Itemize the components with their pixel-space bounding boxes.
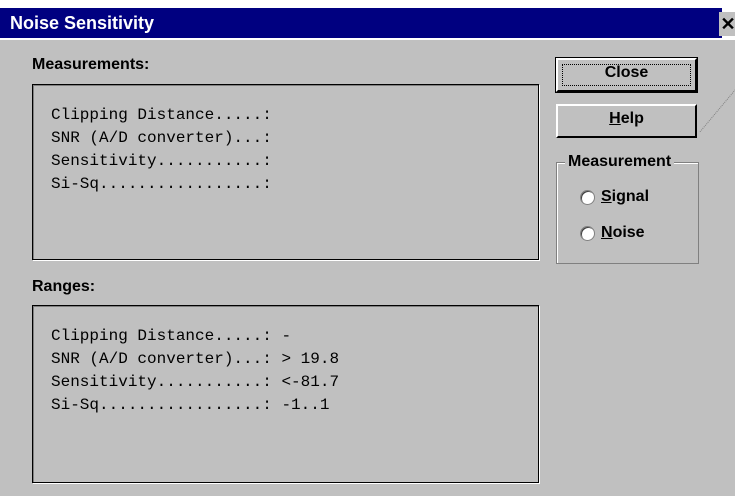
signal-mnemonic: S xyxy=(601,188,612,205)
noise-rest: oise xyxy=(612,224,645,241)
measurements-label: Measurements: xyxy=(32,56,150,73)
range-line-sensitivity: Sensitivity...........: <-81.7 xyxy=(51,373,340,391)
measurements-box: Clipping Distance.....: SNR (A/D convert… xyxy=(32,84,539,260)
noise-radio[interactable]: Noise xyxy=(580,224,645,242)
help-rest: elp xyxy=(620,110,644,127)
noise-mnemonic: N xyxy=(601,224,613,241)
signal-radio[interactable]: Signal xyxy=(580,188,649,206)
help-mnemonic: H xyxy=(609,110,621,127)
measurements-lines: Clipping Distance.....: SNR (A/D convert… xyxy=(51,104,272,196)
signal-radio-label: Signal xyxy=(601,188,649,206)
noise-sensitivity-dialog: Noise Sensitivity ✕ Measurements: Clippi… xyxy=(0,0,735,496)
window-title: Noise Sensitivity xyxy=(10,13,155,33)
title-bar: Noise Sensitivity ✕ xyxy=(0,0,735,40)
measurement-line-snr: SNR (A/D converter)...: xyxy=(51,129,272,147)
noise-radio-circle[interactable] xyxy=(580,225,595,241)
ranges-box: Clipping Distance.....: - SNR (A/D conve… xyxy=(32,305,539,483)
measurement-line-si-sq: Si-Sq.................: xyxy=(51,175,272,193)
ranges-lines: Clipping Distance.....: - SNR (A/D conve… xyxy=(51,325,339,417)
signal-rest: ignal xyxy=(611,188,650,205)
help-button[interactable]: Help xyxy=(556,104,697,138)
measurement-group-legend: Measurement xyxy=(565,152,675,172)
range-line-snr: SNR (A/D converter)...: > 19.8 xyxy=(51,350,340,368)
noise-radio-label: Noise xyxy=(601,224,645,242)
range-line-clipping-distance: Clipping Distance.....: - xyxy=(51,327,292,345)
signal-radio-circle[interactable] xyxy=(580,189,595,205)
measurement-groupbox xyxy=(556,162,699,264)
close-button[interactable]: Close xyxy=(555,57,698,93)
decorative-dotted-line xyxy=(699,77,735,133)
help-button-label: Help xyxy=(609,110,644,127)
measurement-line-sensitivity: Sensitivity...........: xyxy=(51,152,272,170)
measurement-line-clipping-distance: Clipping Distance.....: xyxy=(51,106,272,124)
close-button-label: Close xyxy=(604,64,649,81)
ranges-label: Ranges: xyxy=(32,278,96,295)
range-line-si-sq: Si-Sq.................: -1..1 xyxy=(51,396,330,414)
close-icon[interactable]: ✕ xyxy=(719,12,735,36)
